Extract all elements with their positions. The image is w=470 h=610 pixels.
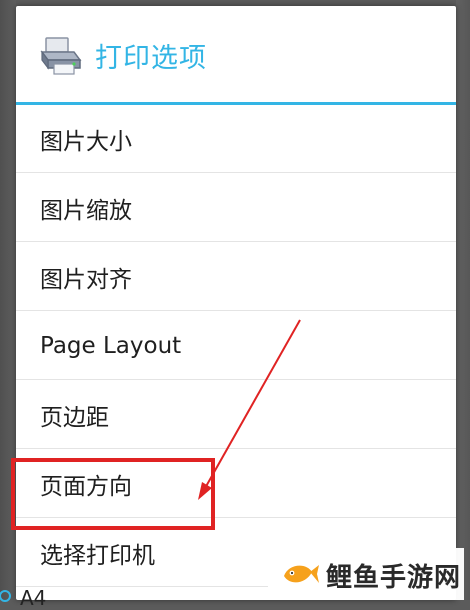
menu-item-label: 图片缩放 bbox=[40, 197, 132, 224]
menu-item-margins[interactable]: 页边距 bbox=[16, 381, 456, 449]
menu-item-label: 选择打印机 bbox=[40, 542, 155, 569]
watermark-text: 鲤鱼手游网 bbox=[326, 563, 462, 593]
dialog-title: 打印选项 bbox=[95, 43, 207, 74]
menu-item-page-layout[interactable]: Page Layout bbox=[16, 312, 456, 380]
watermark: 鲤鱼手游网 bbox=[268, 548, 464, 600]
menu-item-label: 页边距 bbox=[40, 404, 109, 431]
menu-item-image-alignment[interactable]: 图片对齐 bbox=[16, 243, 456, 311]
menu-item-label: 图片大小 bbox=[40, 128, 132, 155]
dialog-header: 打印选项 bbox=[16, 6, 456, 102]
highlight-box bbox=[11, 458, 215, 530]
menu-item-image-size[interactable]: 图片大小 bbox=[16, 105, 456, 173]
menu-item-label: 图片对齐 bbox=[40, 266, 132, 293]
menu-item-label: Page Layout bbox=[40, 332, 182, 359]
menu-item-image-scaling[interactable]: 图片缩放 bbox=[16, 174, 456, 242]
printer-icon bbox=[40, 37, 82, 75]
fish-logo-icon bbox=[284, 565, 319, 583]
partial-background-text: A4 bbox=[20, 586, 47, 610]
backdrop-right bbox=[456, 0, 470, 600]
